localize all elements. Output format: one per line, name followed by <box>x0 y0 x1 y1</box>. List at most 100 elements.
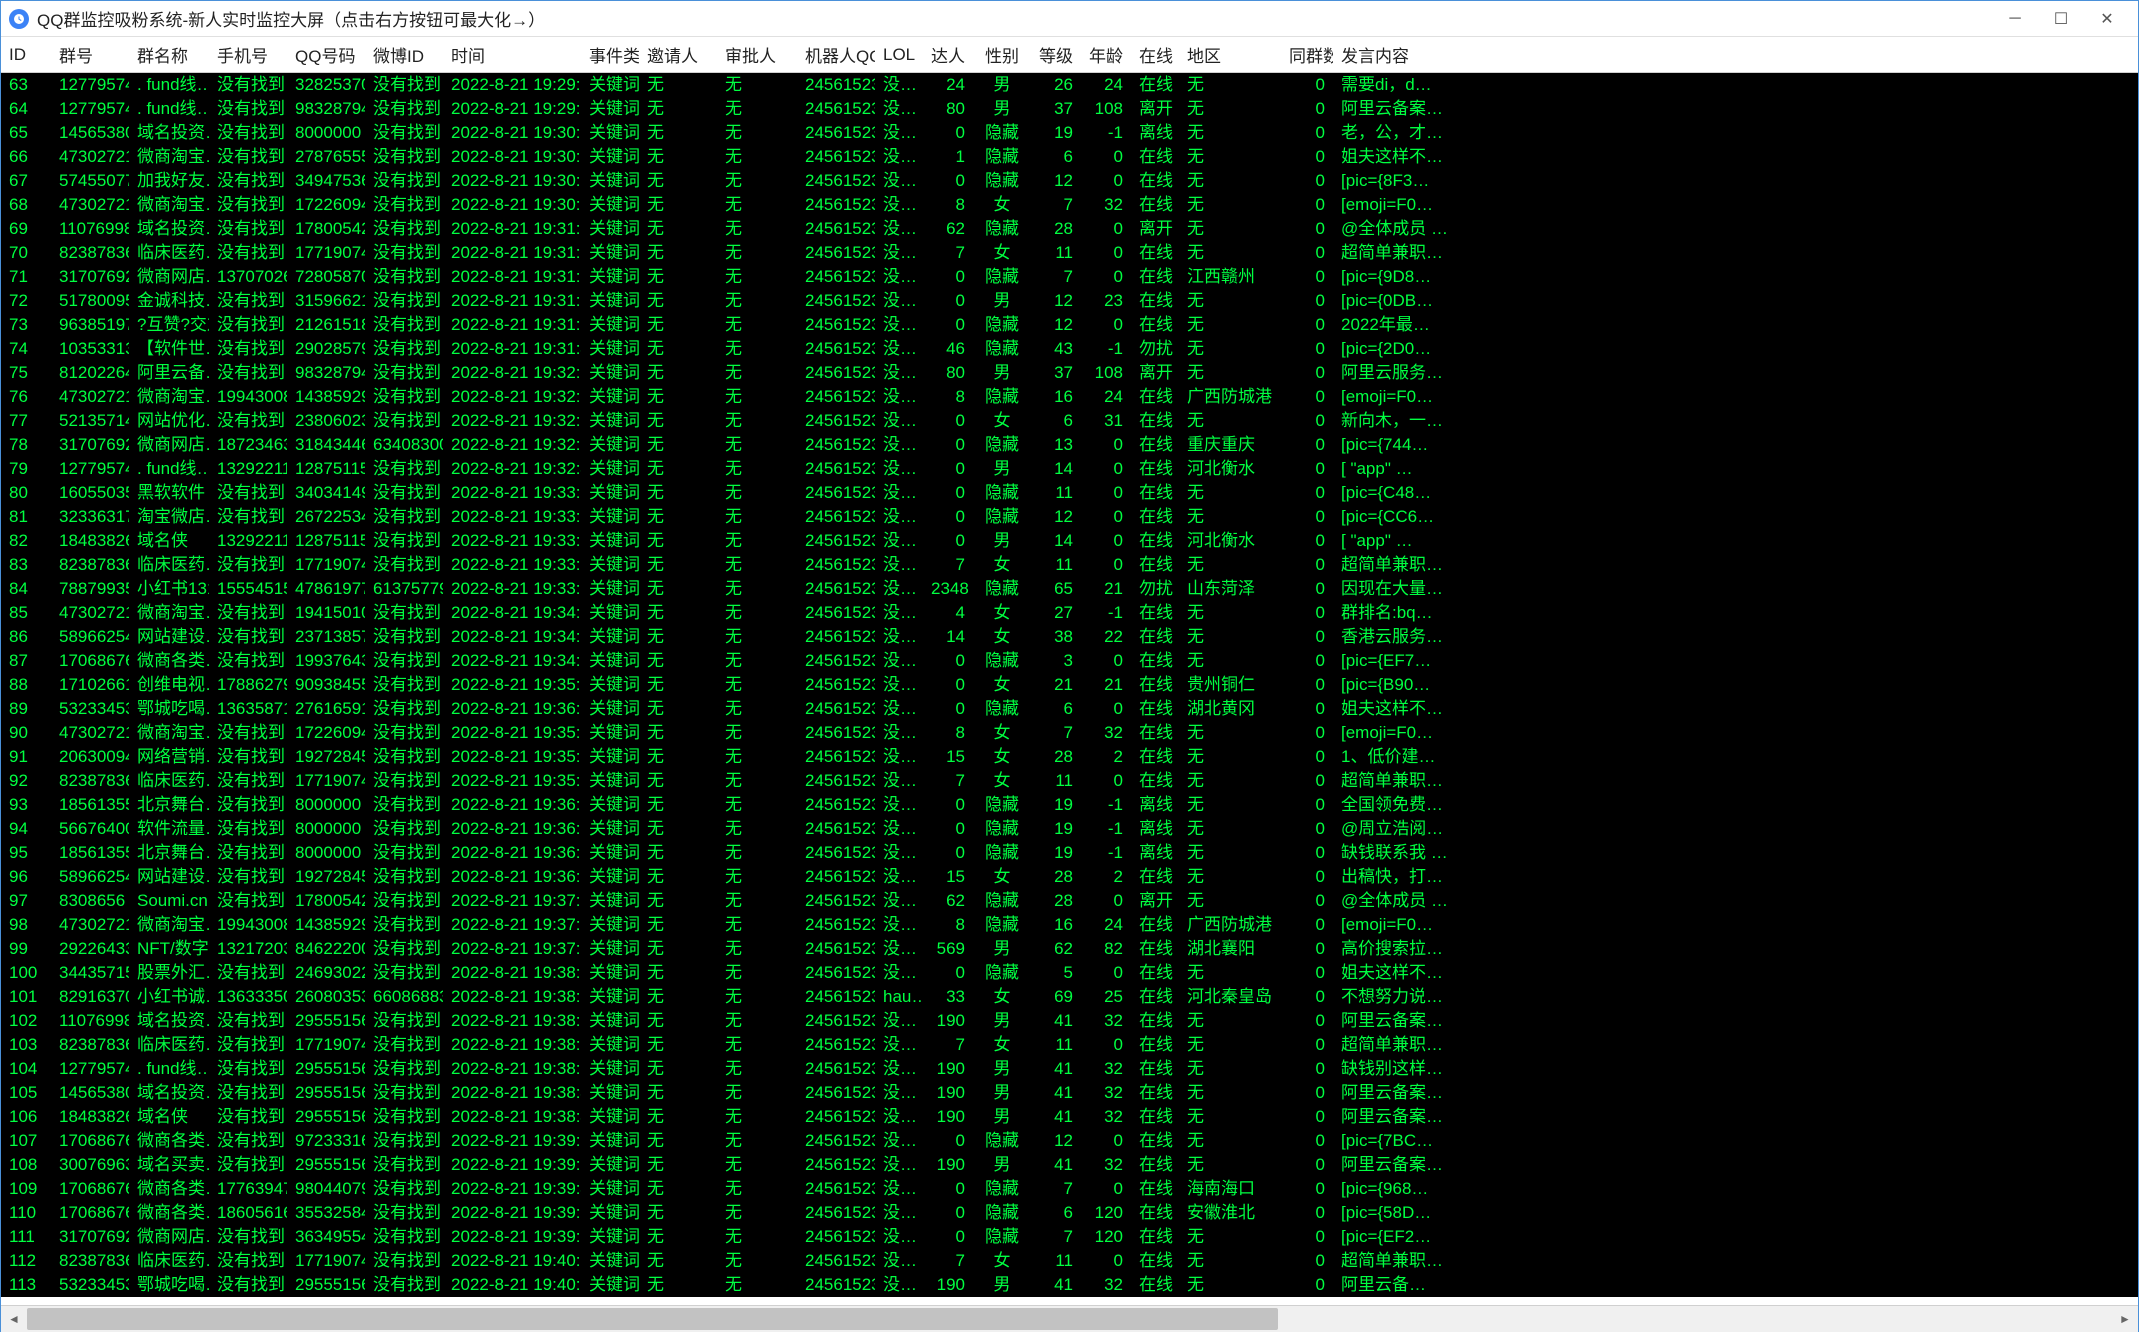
table-row[interactable]: 77521357149网站优化…没有找到2380602376没有找到2022-8… <box>1 409 2138 433</box>
table-row[interactable]: 100344357153股票外汇…没有找到2469302213没有找到2022-… <box>1 961 2138 985</box>
table-row[interactable]: 68473027214微商淘宝…没有找到1722609452没有找到2022-8… <box>1 193 2138 217</box>
column-header[interactable]: 年龄 <box>1081 42 1131 67</box>
cell: 没有找到 <box>365 337 443 361</box>
table-row[interactable]: 95185613558北京舞台…没有找到8000000没有找到2022-8-21… <box>1 841 2138 865</box>
cell: 关键词 <box>581 1225 639 1249</box>
scroll-left-arrow-icon[interactable]: ◄ <box>1 1306 27 1332</box>
table-row[interactable]: 82184838267域名侠132922117901287511589没有找到2… <box>1 529 2138 553</box>
close-button[interactable]: ✕ <box>2084 4 2130 34</box>
cell: 14 <box>923 625 973 649</box>
column-header[interactable]: 机器人QQ <box>797 42 875 67</box>
cell: 0 <box>1281 865 1333 889</box>
table-row[interactable]: 106184838267域名侠没有找到2955515624没有找到2022-8-… <box>1 1105 2138 1129</box>
table-row[interactable]: 90473027214微商淘宝…没有找到1722609452没有找到2022-8… <box>1 721 2138 745</box>
column-header[interactable]: 等级 <box>1031 42 1081 67</box>
grid-body[interactable]: 63127795749. fund线…没有找到3282537044没有找到202… <box>1 73 2138 1305</box>
table-row[interactable]: 89532334537鄂城吃喝…136358710542761659130没有找… <box>1 697 2138 721</box>
horizontal-scrollbar[interactable]: ◄ ► <box>1 1305 2138 1331</box>
column-header[interactable]: 达人 <box>923 42 973 67</box>
cell: 关键词 <box>581 97 639 121</box>
table-row[interactable]: 66473027214微商淘宝…没有找到2787655507没有找到2022-8… <box>1 145 2138 169</box>
column-header[interactable]: 时间 <box>443 42 581 67</box>
table-row[interactable]: 96589662541网站建设…没有找到1927284532没有找到2022-8… <box>1 865 2138 889</box>
column-header[interactable]: 同群数 <box>1281 42 1333 67</box>
table-row[interactable]: 9282387836临床医药…没有找到177190745没有找到2022-8-2… <box>1 769 2138 793</box>
column-header[interactable]: 地区 <box>1179 42 1281 67</box>
cell: 无 <box>717 1153 797 1177</box>
table-row[interactable]: 88171026617创维电视…17886279206909384550没有找到… <box>1 673 2138 697</box>
table-row[interactable]: 65145653809域名投资…没有找到8000000没有找到2022-8-21… <box>1 121 2138 145</box>
table-row[interactable]: 107170686769微商各类…没有找到972333169没有找到2022-8… <box>1 1129 2138 1153</box>
cell: 2348 <box>923 577 973 601</box>
table-row[interactable]: 98473027214微商淘宝…199430088361438592905没有找… <box>1 913 2138 937</box>
minimize-button[interactable]: ─ <box>1992 4 2038 34</box>
table-row[interactable]: 101829163707小红书诚…13633350069260803532966… <box>1 985 2138 1009</box>
table-row[interactable]: 7396385197?互赞?交友?没有找到2126151882没有找到2022-… <box>1 313 2138 337</box>
scrollbar-thumb[interactable] <box>27 1308 1278 1330</box>
table-row[interactable]: 8382387836临床医药…没有找到177190745没有找到2022-8-2… <box>1 553 2138 577</box>
table-row[interactable]: 84788799350小红书131?1555451579547861977261… <box>1 577 2138 601</box>
table-row[interactable]: 91206300947网络营销…没有找到1927284532没有找到2022-8… <box>1 745 2138 769</box>
cell: 女 <box>973 409 1031 433</box>
cell: 2022-8-21 19:33:38 <box>443 553 581 577</box>
table-row[interactable]: 85473027214微商淘宝…没有找到1941501079没有找到2022-8… <box>1 601 2138 625</box>
column-header[interactable]: 事件类型 <box>581 42 639 67</box>
table-row[interactable]: 67574550774加我好友…没有找到3494753653没有找到2022-8… <box>1 169 2138 193</box>
cell: 女 <box>973 553 1031 577</box>
titlebar[interactable]: QQ群监控吸粉系统-新人实时监控大屏（点击右方按钮可最大化→） ─ ☐ ✕ <box>1 1 2138 37</box>
table-row[interactable]: 108300769634域名买卖…没有找到2955515624没有找到2022-… <box>1 1153 2138 1177</box>
maximize-button[interactable]: ☐ <box>2038 4 2084 34</box>
table-row[interactable]: 105145653809域名投资…没有找到2955515624没有找到2022-… <box>1 1081 2138 1105</box>
cell: 关键词 <box>581 457 639 481</box>
cell: 没… <box>875 1225 923 1249</box>
column-header[interactable]: 邀请人 <box>639 42 717 67</box>
table-row[interactable]: 78317076921微商网店…187234635513184344621634… <box>1 433 2138 457</box>
table-row[interactable]: 978308656Soumi.cn…没有找到1780054266没有找到2022… <box>1 889 2138 913</box>
cell: 574550774 <box>51 169 129 193</box>
scroll-right-arrow-icon[interactable]: ► <box>2112 1306 2138 1332</box>
cell: 2955515624 <box>287 1273 365 1297</box>
table-row[interactable]: 113532334537鄂城吃喝…没有找到2955515624没有找到2022-… <box>1 1273 2138 1297</box>
cell: 25 <box>1081 985 1131 1009</box>
column-header[interactable]: 手机号 <box>209 42 287 67</box>
table-row[interactable]: 99292264336NFT/数字…13217203620846222000没有… <box>1 937 2138 961</box>
table-row[interactable]: 10382387836临床医药…没有找到177190745没有找到2022-8-… <box>1 1033 2138 1057</box>
table-row[interactable]: 104127795749. fund线…没有找到2955515624没有找到20… <box>1 1057 2138 1081</box>
table-row[interactable]: 80160550354黑软软件没有找到3403414908没有找到2022-8-… <box>1 481 2138 505</box>
table-row[interactable]: 109170686769微商各类…17763947193980440793没有找… <box>1 1177 2138 1201</box>
table-row[interactable]: 86589662541网站建设…没有找到2371385793没有找到2022-8… <box>1 625 2138 649</box>
column-header[interactable]: 性别 <box>973 42 1031 67</box>
column-header-row[interactable]: ID群号群名称手机号QQ号码微博ID时间事件类型邀请人审批人机器人QQLOL达人… <box>1 37 2138 73</box>
table-row[interactable]: 110170686769微商各类…186056168393553258419没有… <box>1 1201 2138 1225</box>
column-header[interactable]: 微博ID <box>365 42 443 67</box>
cell: 2456152397 <box>797 265 875 289</box>
column-header[interactable]: 群名称 <box>129 42 209 67</box>
table-row[interactable]: 63127795749. fund线…没有找到3282537044没有找到202… <box>1 73 2138 97</box>
table-row[interactable]: 111317076921微商网店…没有找到3634955493没有找到2022-… <box>1 1225 2138 1249</box>
table-row[interactable]: 102110769981域名投资…没有找到2955515624没有找到2022-… <box>1 1009 2138 1033</box>
table-row[interactable]: 69110769981域名投资…没有找到1780054266没有找到2022-8… <box>1 217 2138 241</box>
scrollbar-track[interactable] <box>27 1306 2112 1332</box>
table-row[interactable]: 741035331366【软件世…没有找到2902857933没有找到2022-… <box>1 337 2138 361</box>
column-header[interactable]: ID <box>1 45 51 65</box>
table-row[interactable]: 94566764005软件流量…没有找到8000000没有找到2022-8-21… <box>1 817 2138 841</box>
cell: 0 <box>1081 217 1131 241</box>
table-row[interactable]: 79127795749. fund线…132922117901287511589… <box>1 457 2138 481</box>
table-row[interactable]: 71317076921微商网店…13707026665728058704没有找到… <box>1 265 2138 289</box>
table-row[interactable]: 75812022648阿里云备…没有找到983287947没有找到2022-8-… <box>1 361 2138 385</box>
table-row[interactable]: 64127795749. fund线…没有找到983287947没有找到2022… <box>1 97 2138 121</box>
column-header[interactable]: QQ号码 <box>287 42 365 67</box>
column-header[interactable]: 审批人 <box>717 42 797 67</box>
table-row[interactable]: 7082387836临床医药…没有找到177190745没有找到2022-8-2… <box>1 241 2138 265</box>
table-row[interactable]: 76473027214微商淘宝…199430088361438592905没有找… <box>1 385 2138 409</box>
table-row[interactable]: 11282387836临床医药…没有找到177190745没有找到2022-8-… <box>1 1249 2138 1273</box>
table-row[interactable]: 72517800951金诚科技…没有找到3159662194没有找到2022-8… <box>1 289 2138 313</box>
table-row[interactable]: 81323363174淘宝微店…没有找到2672253459没有找到2022-8… <box>1 505 2138 529</box>
column-header[interactable]: 在线 <box>1131 42 1179 67</box>
column-header[interactable]: 群号 <box>51 42 129 67</box>
table-row[interactable]: 87170686769微商各类…没有找到1993764339没有找到2022-8… <box>1 649 2138 673</box>
table-row[interactable]: 93185613558北京舞台…没有找到8000000没有找到2022-8-21… <box>1 793 2138 817</box>
column-header[interactable]: 发言内容 <box>1333 42 1533 67</box>
cell: 0 <box>1281 1033 1333 1057</box>
column-header[interactable]: LOL <box>875 45 923 65</box>
